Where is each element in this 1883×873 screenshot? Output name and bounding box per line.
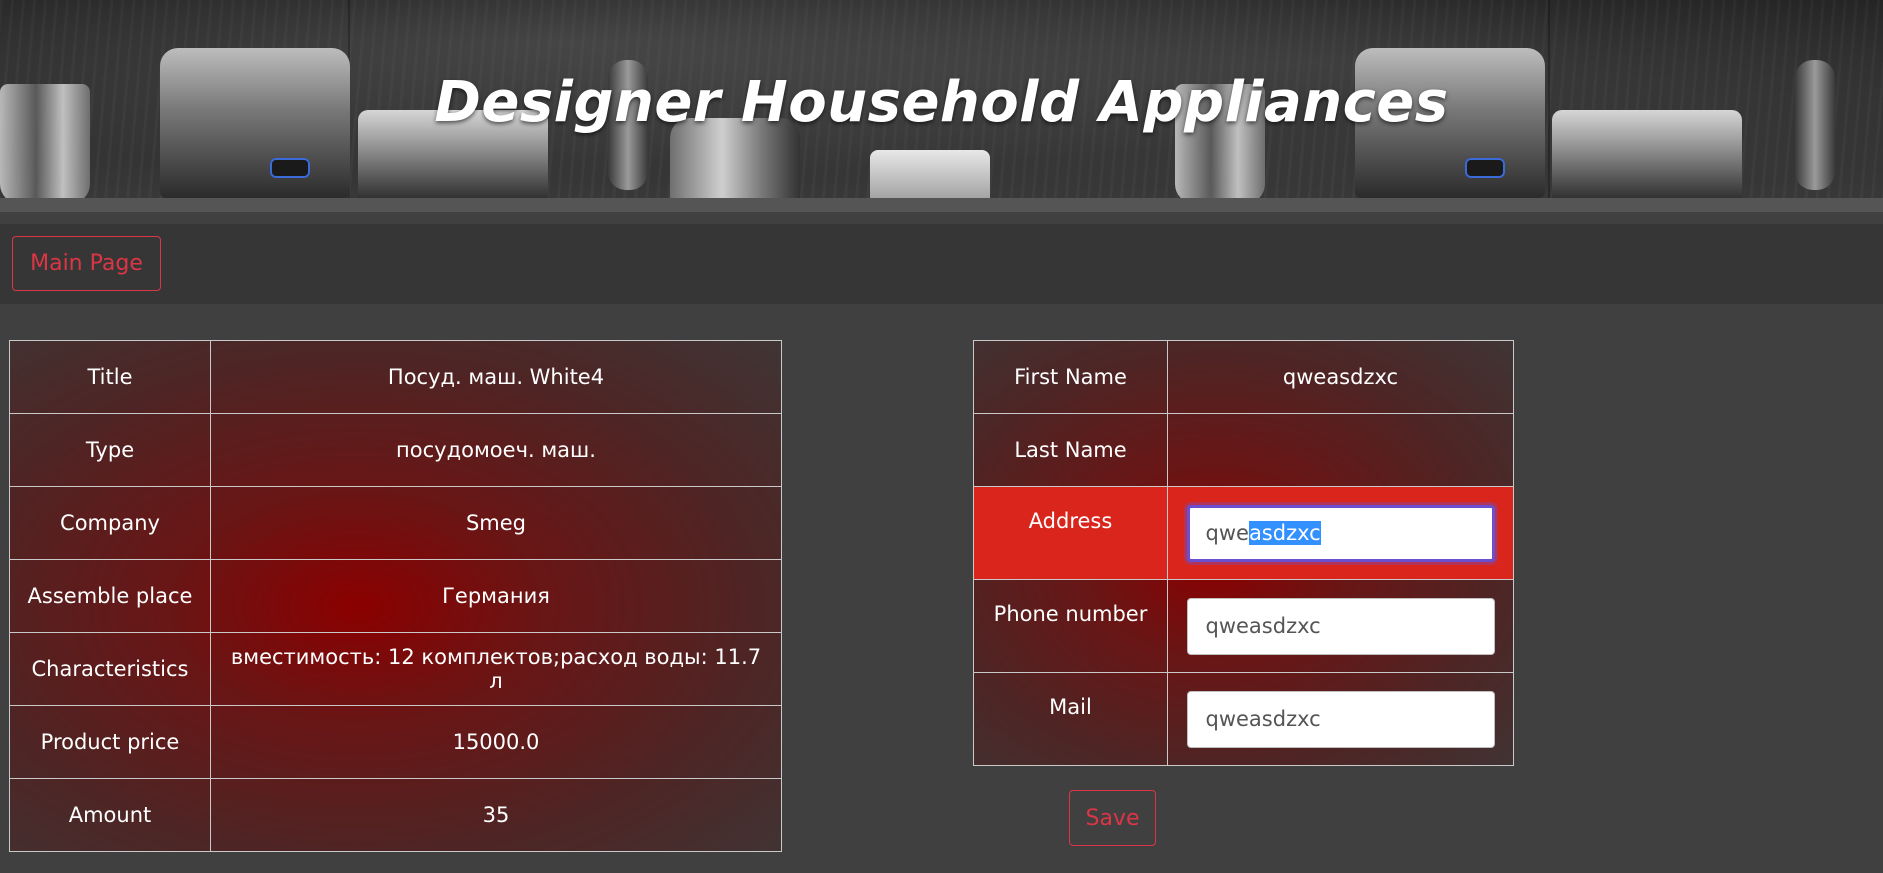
table-row: Last Name (973, 413, 1514, 487)
customer-form-table: First Name qweasdzxc Last Name Address q… (973, 340, 1514, 766)
table-row: Assemble place Германия (9, 559, 782, 633)
address-input-selection: asdzxc (1248, 520, 1321, 545)
product-assemble-place-value: Германия (210, 559, 782, 633)
address-input[interactable]: qweasdzxc (1186, 504, 1495, 562)
first-name-value: qweasdzxc (1167, 340, 1514, 414)
mail-cell: qweasdzxc (1167, 672, 1514, 766)
product-title-value: Посуд. маш. White4 (210, 340, 782, 414)
table-row: Phone number qweasdzxc (973, 579, 1514, 673)
product-details-table: Title Посуд. маш. White4 Type посудомоеч… (9, 340, 782, 852)
table-row: Address qweasdzxc (973, 486, 1514, 580)
table-row: Type посудомоеч. маш. (9, 413, 782, 487)
product-amount-label: Amount (9, 778, 211, 852)
mail-label: Mail (973, 672, 1168, 766)
last-name-label: Last Name (973, 413, 1168, 487)
address-cell: qweasdzxc (1167, 486, 1514, 580)
page-title: Designer Household Appliances (434, 70, 1449, 135)
save-button[interactable]: Save (1069, 790, 1156, 846)
product-price-label: Product price (9, 705, 211, 779)
main-page-button[interactable]: Main Page (12, 236, 161, 291)
product-company-label: Company (9, 486, 211, 560)
toaster-image (870, 150, 990, 205)
product-type-value: посудомоеч. маш. (210, 413, 782, 487)
product-company-value: Smeg (210, 486, 782, 560)
table-row: First Name qweasdzxc (973, 340, 1514, 414)
last-name-value (1167, 413, 1514, 487)
product-assemble-place-label: Assemble place (9, 559, 211, 633)
phone-number-cell: qweasdzxc (1167, 579, 1514, 673)
header-banner: Designer Household Appliances (0, 0, 1883, 212)
table-row: Mail qweasdzxc (973, 672, 1514, 766)
product-amount-value: 35 (210, 778, 782, 852)
table-row: Amount 35 (9, 778, 782, 852)
phone-number-label: Phone number (973, 579, 1168, 673)
mail-input[interactable]: qweasdzxc (1186, 690, 1495, 748)
address-label: Address (973, 486, 1168, 580)
navbar: Main Page (0, 224, 1883, 304)
banner-counter-strip (0, 198, 1883, 212)
table-row: Company Smeg (9, 486, 782, 560)
product-title-label: Title (9, 340, 211, 414)
phone-number-input[interactable]: qweasdzxc (1186, 597, 1495, 655)
table-row: Characteristics вместимость: 12 комплект… (9, 632, 782, 706)
address-input-text: qwe (1205, 520, 1249, 545)
product-characteristics-label: Characteristics (9, 632, 211, 706)
table-row: Product price 15000.0 (9, 705, 782, 779)
first-name-label: First Name (973, 340, 1168, 414)
product-characteristics-value: вместимость: 12 комплектов;расход воды: … (210, 632, 782, 706)
product-price-value: 15000.0 (210, 705, 782, 779)
product-type-label: Type (9, 413, 211, 487)
table-row: Title Посуд. маш. White4 (9, 340, 782, 414)
